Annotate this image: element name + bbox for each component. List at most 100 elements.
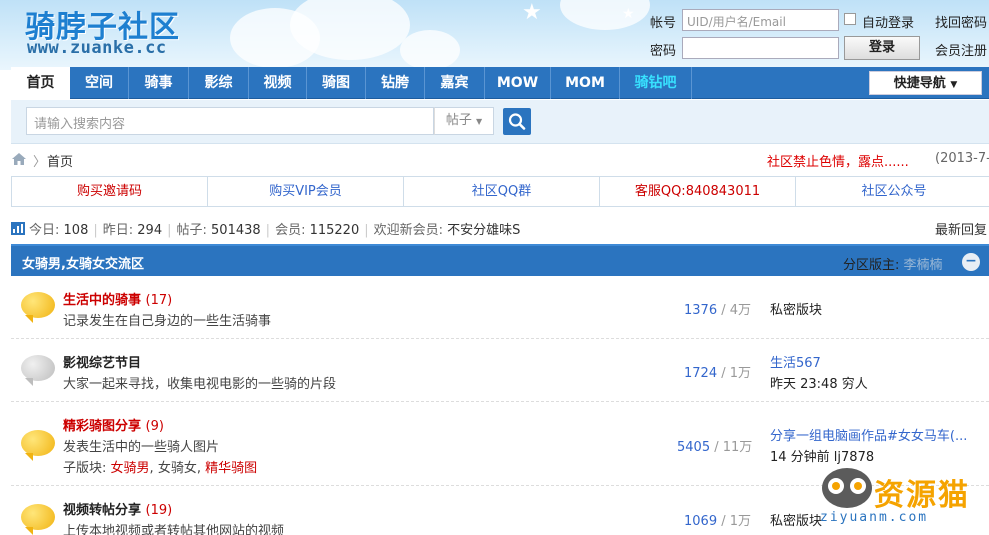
- forum-row: 影视综艺节目 大家一起来寻找，收集电视电影的一些骑的片段 1724 / 1万 生…: [11, 339, 989, 402]
- forum-counts: 1376 / 4万: [684, 303, 752, 318]
- forum-new-icon: [21, 430, 55, 461]
- nav-item-space[interactable]: 空间: [70, 67, 129, 99]
- forum-description: 大家一起来寻找，收集电视电影的一些骑的片段: [63, 377, 337, 392]
- nav-item-qishi[interactable]: 骑事: [129, 67, 189, 99]
- section-moderator: 分区版主: 李楠楠: [843, 254, 943, 273]
- section-title[interactable]: 女骑男,女骑女交流区: [22, 253, 144, 272]
- buy-vip-link[interactable]: 购买VIP会员: [208, 177, 404, 206]
- register-link[interactable]: 会员注册: [935, 40, 987, 59]
- forum-last-post-title[interactable]: 分享一组电脑画作品#女女马车(...: [770, 425, 967, 444]
- forum-counts: 1069 / 1万: [684, 514, 752, 529]
- subforum-link[interactable]: 精华骑图: [205, 461, 257, 476]
- subforum-link[interactable]: 女骑女: [158, 461, 197, 476]
- account-label: 帐号: [650, 16, 677, 31]
- forum-description: 记录发生在自己身边的一些生活骑事: [63, 314, 272, 329]
- watermark-text: 资源猫: [874, 478, 970, 513]
- nav-item-guest[interactable]: 嘉宾: [425, 67, 485, 99]
- search-type-label: 帖子: [445, 113, 472, 128]
- collapse-icon[interactable]: −: [962, 253, 980, 271]
- password-input[interactable]: [682, 37, 839, 59]
- forum-today-count: (17): [145, 293, 173, 308]
- stat-members-label: 会员:: [275, 223, 306, 238]
- forum-last-post-title[interactable]: 生活567: [770, 352, 821, 371]
- forum-counts: 5405 / 11万: [677, 440, 753, 455]
- breadcrumb-home[interactable]: 首页: [47, 151, 73, 170]
- buy-invite-link[interactable]: 购买邀请码: [12, 177, 208, 206]
- cloud-decoration: [560, 0, 650, 30]
- stat-welcome-label: 欢迎新会员:: [373, 223, 444, 238]
- forum-today-count: (9): [145, 419, 164, 434]
- nav-item-yingzong[interactable]: 影综: [189, 67, 249, 99]
- stat-yesterday: 294: [137, 223, 163, 238]
- announcement-date: (2013-7-: [935, 151, 989, 166]
- forum-stats: 今日: 108 | 昨日: 294 | 帖子: 501438 | 会员: 115220 | 欢迎…: [11, 219, 520, 238]
- customer-service-link[interactable]: 客服QQ:840843011: [600, 177, 796, 206]
- login-button[interactable]: 登录: [844, 36, 920, 60]
- forum-name[interactable]: 精彩骑图分享 (9): [63, 415, 164, 434]
- subforum-list: 子版块: 女骑男, 女骑女, 精华骑图: [63, 461, 258, 476]
- official-account-link[interactable]: 社区公众号: [796, 177, 989, 206]
- nav-item-home[interactable]: 首页: [11, 67, 70, 100]
- forum-name[interactable]: 影视综艺节目: [63, 352, 141, 371]
- chevron-right-icon: 〉: [33, 155, 47, 170]
- password-label: 密码: [650, 44, 677, 59]
- forum-row: 生活中的骑事 (17) 记录发生在自己身边的一些生活骑事 1376 / 4万 私…: [11, 276, 989, 339]
- watermark-logo: 资源猫 ziyuanm.com: [820, 462, 989, 535]
- stat-today-label: 今日:: [29, 223, 60, 238]
- forum-last-post: 私密版块: [770, 303, 823, 318]
- quick-links-bar: 购买邀请码 购买VIP会员 社区QQ群 客服QQ:840843011 社区公众号: [11, 176, 989, 207]
- search-icon: [508, 113, 526, 130]
- watermark-url: ziyuanm.com: [820, 510, 929, 525]
- stat-members: 115220: [309, 223, 360, 238]
- stat-posts: 501438: [211, 223, 261, 238]
- nav-item-zuankua[interactable]: 钻胯: [366, 67, 425, 99]
- auto-login-label[interactable]: 自动登录: [862, 12, 914, 31]
- nav-item-qitu[interactable]: 骑图: [307, 67, 366, 99]
- moderator-label: 分区版主:: [843, 258, 900, 273]
- star-icon: ★: [622, 6, 635, 22]
- quick-nav-button[interactable]: 快捷导航 ▼: [869, 71, 982, 95]
- find-password-link[interactable]: 找回密码: [935, 12, 987, 31]
- forum-icon: [21, 355, 55, 386]
- moderator-link[interactable]: 李楠楠: [904, 258, 943, 273]
- search-button[interactable]: [503, 108, 531, 135]
- site-logo-url[interactable]: www.zuanke.cc: [27, 38, 167, 58]
- stat-yesterday-label: 昨日:: [102, 223, 134, 238]
- section-header: 女骑男,女骑女交流区 分区版主: 李楠楠 −: [11, 244, 989, 276]
- new-member-link[interactable]: 不安分雄味S: [447, 223, 520, 238]
- forum-last-post-meta: 昨天 23:48 穷人: [770, 377, 868, 392]
- quick-nav-label: 快捷导航: [893, 76, 946, 91]
- subforum-link[interactable]: 女骑男: [111, 461, 150, 476]
- star-icon: ★: [522, 0, 542, 25]
- site-header: ★ ★ 骑脖子社区 www.zuanke.cc 帐号 UID/用户名/Email…: [0, 0, 989, 70]
- nav-item-mom[interactable]: MOM: [551, 67, 620, 99]
- latest-reply-link[interactable]: 最新回复: [935, 219, 987, 238]
- cat-icon: [822, 468, 872, 508]
- forum-description: 上传本地视频或者转帖其他网站的视频: [63, 524, 285, 535]
- forum-new-icon: [21, 292, 55, 323]
- forum-name[interactable]: 生活中的骑事 (17): [63, 289, 172, 308]
- account-input[interactable]: UID/用户名/Email: [682, 9, 839, 31]
- search-bar: 请输入搜索内容 帖子 ▼: [11, 100, 989, 144]
- cloud-decoration: [400, 30, 460, 70]
- main-nav: 首页 空间 骑事 影综 视频 骑图 钻胯 嘉宾 MOW MOM 骑钻吧 快捷导航…: [11, 67, 989, 100]
- stat-today: 108: [63, 223, 89, 238]
- announcement-link[interactable]: 社区禁止色情，露点......: [767, 151, 909, 170]
- forum-new-icon: [21, 504, 55, 535]
- forum-today-count: (19): [145, 503, 173, 518]
- forum-description: 发表生活中的一些骑人图片: [63, 440, 220, 455]
- caret-down-icon: ▼: [950, 80, 958, 90]
- nav-item-mow[interactable]: MOW: [485, 67, 551, 99]
- home-icon[interactable]: [11, 152, 27, 166]
- nav-item-qizuanba[interactable]: 骑钻吧: [620, 67, 692, 99]
- search-type-select[interactable]: 帖子 ▼: [434, 107, 494, 135]
- forum-name[interactable]: 视频转帖分享 (19): [63, 499, 172, 518]
- forum-counts: 1724 / 1万: [684, 366, 752, 381]
- qq-group-link[interactable]: 社区QQ群: [404, 177, 600, 206]
- forum-last-post: 私密版块: [770, 514, 823, 529]
- bar-chart-icon: [11, 222, 25, 235]
- nav-item-video[interactable]: 视频: [249, 67, 307, 99]
- auto-login-checkbox[interactable]: [844, 13, 856, 25]
- search-input[interactable]: 请输入搜索内容: [26, 107, 434, 135]
- stat-posts-label: 帖子:: [176, 223, 207, 238]
